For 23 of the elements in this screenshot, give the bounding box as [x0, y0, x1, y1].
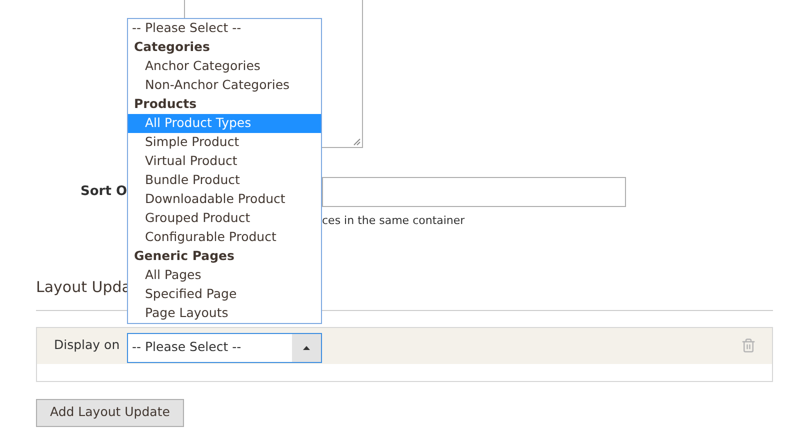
add-layout-update-button[interactable]: Add Layout Update: [36, 398, 184, 426]
dropdown-option[interactable]: Simple Product: [128, 133, 321, 152]
sort-order-field[interactable]: [322, 177, 626, 207]
resize-grip-icon[interactable]: [353, 138, 361, 146]
dropdown-option[interactable]: Page Layouts: [128, 304, 321, 323]
display-on-select[interactable]: -- Please Select --: [127, 332, 322, 362]
field-label: Display on: [54, 336, 121, 354]
delete-icon[interactable]: [741, 338, 756, 353]
dropdown-option[interactable]: Downloadable Product: [128, 190, 321, 209]
dropdown-option[interactable]: Configurable Product: [128, 228, 321, 247]
dropdown-option[interactable]: Virtual Product: [128, 152, 321, 171]
field-label: Sort O: [80, 183, 127, 202]
dropdown-option[interactable]: Non-Anchor Categories: [128, 76, 321, 95]
field-note: ces in the same container: [322, 214, 465, 227]
dropdown-option[interactable]: Bundle Product: [128, 171, 321, 190]
dropdown-option[interactable]: Grouped Product: [128, 209, 321, 228]
dropdown-option[interactable]: Specified Page: [128, 285, 321, 304]
dropdown-option[interactable]: Anchor Categories: [128, 57, 321, 76]
dropdown-option[interactable]: -- Please Select --: [128, 19, 321, 38]
option-group-label: Categories: [133, 38, 211, 56]
option-group-label: Generic Pages: [133, 247, 236, 266]
option-group-label: Products: [133, 95, 198, 114]
dropdown-option[interactable]: All Pages: [128, 266, 321, 285]
